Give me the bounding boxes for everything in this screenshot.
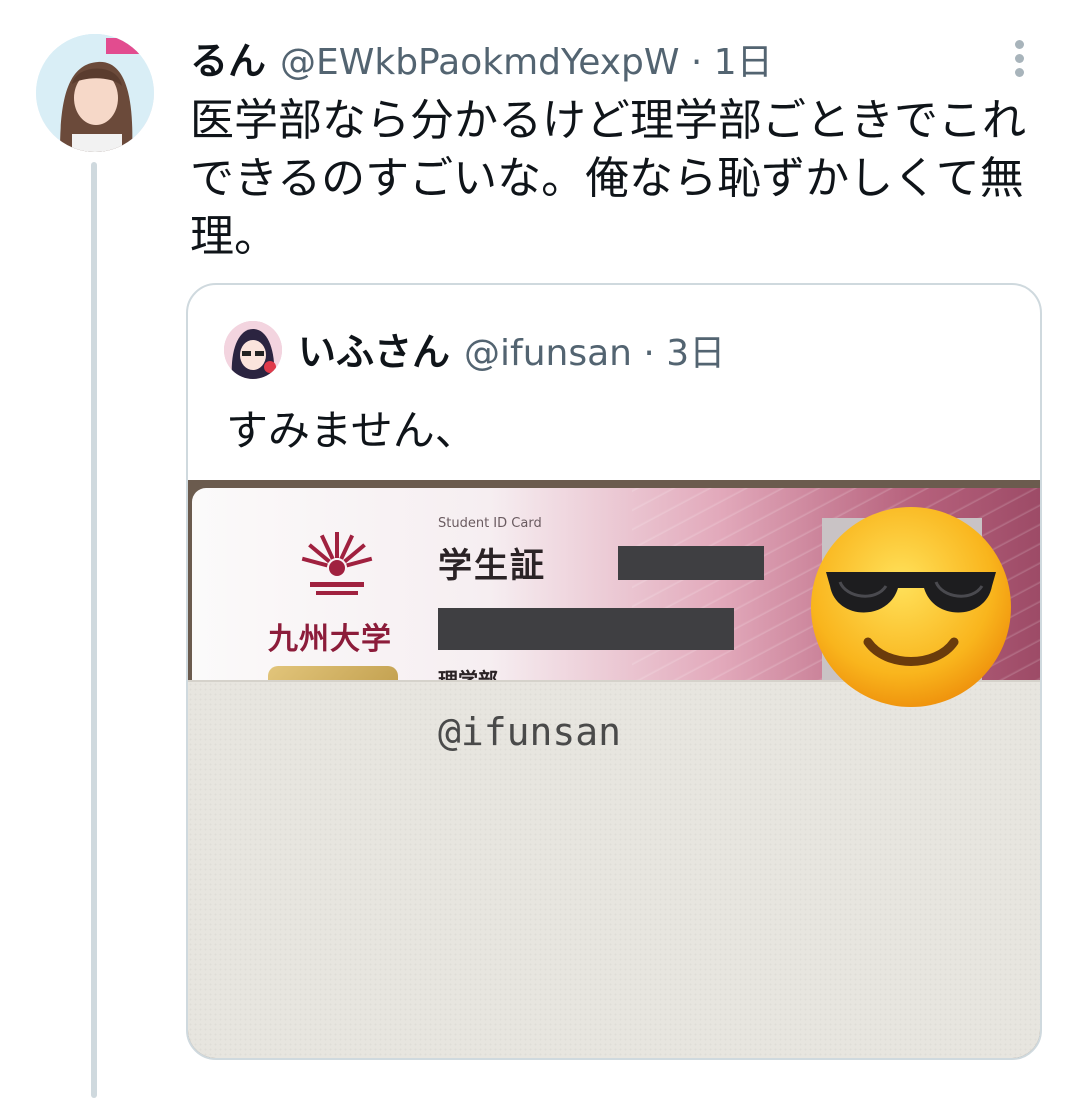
- university-name: 九州大学: [268, 622, 392, 657]
- quoted-author-handle-and-time[interactable]: @ifunsan · 3日: [464, 324, 725, 376]
- tweet-header: るん @EWkbPaokmdYexpW · 1日: [190, 30, 773, 86]
- tweet-text-line: 医学部なら分かるけど理学部ごときでこれ: [190, 95, 1026, 146]
- quoted-tweet-text: すみません、: [226, 406, 477, 455]
- card-title: 学生証: [438, 546, 546, 586]
- tweet-text-line: 理。: [190, 211, 278, 262]
- quoted-avatar-illustration: [224, 321, 282, 379]
- tweet-text: 医学部なら分かるけど理学部ごときでこれ できるのすごいな。俺なら恥ずかしくて無 …: [190, 92, 1050, 266]
- tweet-text-line: できるのすごいな。俺なら恥ずかしくて無: [190, 153, 1024, 204]
- quoted-author-name[interactable]: いふさん: [298, 321, 450, 376]
- author-handle-and-time[interactable]: @EWkbPaokmdYexpW · 1日: [280, 33, 773, 85]
- sunglasses-face-emoji-icon: [811, 507, 1011, 707]
- redaction-bar: [438, 608, 734, 650]
- quoted-author-avatar[interactable]: [224, 321, 282, 379]
- card-subtitle: Student ID Card: [438, 516, 542, 531]
- handwritten-handle: @ifunsan: [438, 710, 622, 754]
- quoted-tweet-header: いふさん @ifunsan · 3日: [298, 321, 725, 381]
- quoted-tweet-image[interactable]: Student ID Card 学生証 九州大学 理学部 @ifunsan: [188, 480, 1040, 1058]
- university-emblem-icon: [301, 532, 373, 595]
- redaction-bar: [618, 546, 764, 580]
- author-avatar[interactable]: [36, 34, 154, 152]
- author-name[interactable]: るん: [190, 30, 266, 85]
- quoted-tweet[interactable]: いふさん @ifunsan · 3日 すみません、 Student ID Car…: [186, 283, 1042, 1060]
- avatar-photo: [36, 34, 154, 152]
- more-vertical-icon[interactable]: [1000, 36, 1040, 80]
- thread-connector-line: [91, 162, 97, 1098]
